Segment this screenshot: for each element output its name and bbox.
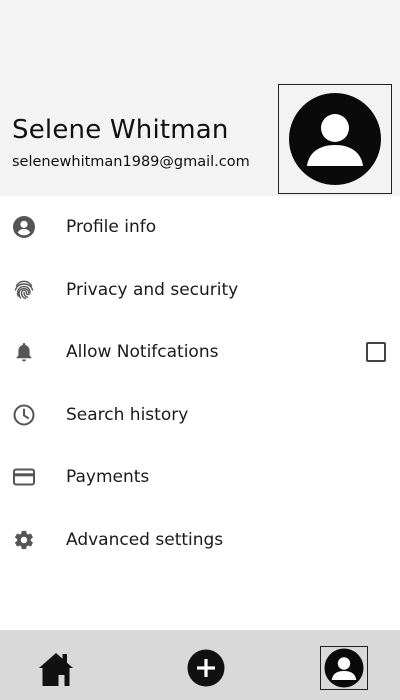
home-button[interactable] — [34, 646, 78, 690]
account-circle-icon — [12, 215, 36, 239]
credit-card-icon — [12, 465, 36, 489]
profile-nav-button[interactable] — [320, 646, 368, 690]
menu-item-label: Profile info — [66, 217, 157, 238]
gear-icon — [12, 528, 36, 552]
menu-item-label: Allow Notifcations — [66, 342, 219, 363]
profile-header: Selene Whitman selenewhitman1989@gmail.c… — [0, 0, 400, 196]
notifications-checkbox[interactable] — [366, 342, 386, 363]
add-circle-icon — [187, 649, 225, 687]
bottom-navigation — [0, 630, 400, 700]
profile-avatar[interactable] — [278, 84, 392, 194]
menu-item-label: Privacy and security — [66, 279, 239, 300]
menu-item-advanced-settings[interactable]: Advanced settings — [0, 509, 400, 572]
clock-icon — [12, 403, 36, 427]
menu-item-profile-info[interactable]: Profile info — [0, 196, 400, 259]
add-button[interactable] — [186, 648, 226, 688]
menu-item-payments[interactable]: Payments — [0, 446, 400, 509]
fingerprint-icon — [12, 278, 36, 302]
menu-item-privacy-security[interactable]: Privacy and security — [0, 259, 400, 322]
user-email: selenewhitman1989@gmail.com — [12, 154, 250, 170]
settings-menu: Profile info Privacy and security Allow … — [0, 196, 400, 571]
person-avatar-icon — [289, 93, 381, 185]
profile-avatar-icon — [324, 648, 364, 688]
menu-item-search-history[interactable]: Search history — [0, 384, 400, 447]
menu-item-label: Search history — [66, 404, 189, 425]
menu-item-label: Payments — [66, 467, 150, 488]
menu-item-allow-notifications[interactable]: Allow Notifcations — [0, 321, 400, 384]
user-name: Selene Whitman — [12, 115, 229, 145]
bell-icon — [12, 340, 36, 364]
home-icon — [39, 653, 73, 686]
menu-item-label: Advanced settings — [66, 529, 224, 550]
